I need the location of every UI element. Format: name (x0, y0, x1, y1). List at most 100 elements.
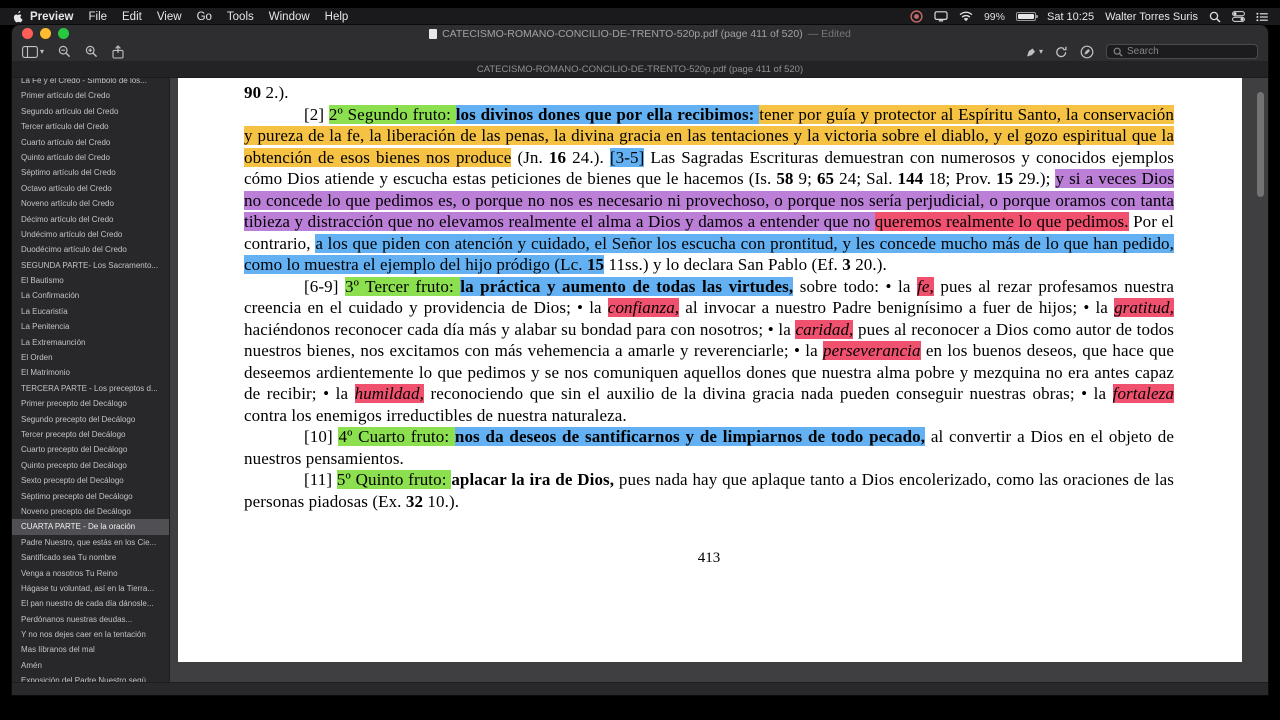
text-run: gratitud, (1114, 298, 1174, 317)
sidebar-item[interactable]: Y no nos dejes caer en la tentación (12, 627, 169, 642)
vertical-scrollbar-thumb[interactable] (1257, 92, 1264, 197)
sidebar-list: La Fe y el Credo - Símbolo de los... Prim… (12, 78, 169, 682)
markup-button[interactable] (1080, 45, 1094, 59)
sidebar-item[interactable]: Padre Nuestro, que estás en los Cie... (12, 535, 169, 550)
zoom-out-button[interactable] (58, 45, 71, 58)
toolbar-search[interactable] (1106, 44, 1258, 59)
sidebar-item[interactable]: La Confirmación (12, 288, 169, 303)
menu-item-file[interactable]: File (88, 11, 107, 23)
sidebar-item[interactable]: Noveno artículo del Credo (12, 196, 169, 211)
sidebar-item[interactable]: Perdónanos nuestras deudas... (12, 612, 169, 627)
spotlight-search-icon[interactable] (1209, 11, 1221, 23)
text-run: (Jn. (511, 147, 549, 167)
text-run: [6-9] (304, 276, 345, 296)
sidebar-item[interactable]: Noveno precepto del Decálogo (12, 504, 169, 519)
sidebar-item[interactable]: Tercer artículo del Credo (12, 119, 169, 134)
sidebar-item[interactable]: Hágase tu voluntad, así en la Tierra... (12, 581, 169, 596)
sidebar-item[interactable]: El Bautismo (12, 273, 169, 288)
paragraph: 90 2.). (244, 82, 1174, 104)
sidebar-item[interactable]: Segundo artículo del Credo (12, 104, 169, 119)
sidebar-item[interactable]: TERCERA PARTE - Los preceptos d... (12, 381, 169, 396)
sidebar-item[interactable]: La Eucaristía (12, 304, 169, 319)
paragraph: [2] 2º Segundo fruto: los divinos dones … (244, 104, 1175, 276)
sidebar-toggle-button[interactable]: ▾ (22, 45, 44, 58)
text-run: caridad, (795, 319, 854, 339)
sidebar-item[interactable]: Undécimo artículo del Credo (12, 227, 169, 242)
sidebar-item[interactable]: Amén (12, 658, 169, 673)
display-icon[interactable] (934, 11, 948, 22)
sidebar-item[interactable]: Sexto precepto del Decálogo (12, 473, 169, 488)
text-run: los divinos dones que por ella recibimos… (455, 104, 760, 124)
traffic-lights (22, 28, 69, 39)
text-run: 3 (842, 255, 851, 274)
menu-item-edit[interactable]: Edit (122, 11, 142, 23)
battery-percent: 99% (983, 10, 1005, 23)
sidebar-item[interactable]: Duodécimo artículo del Credo (12, 242, 169, 257)
minimize-button[interactable] (40, 28, 51, 39)
sidebar-item[interactable]: El Orden (12, 350, 169, 365)
sidebar-item[interactable]: Segundo precepto del Decálogo (12, 412, 169, 427)
text-run: al invocar a nuestro Padre benignísimo a… (679, 298, 1115, 317)
sidebar-item[interactable]: El pan nuestro de cada día dánosle... (12, 596, 169, 611)
text-run: [2] (304, 104, 329, 124)
text-run: 24; Sal. (834, 169, 898, 188)
text-run: 20.). (850, 255, 887, 274)
apple-menu-icon[interactable] (12, 10, 24, 23)
sidebar-item[interactable]: El Matrimonio (12, 365, 169, 380)
close-button[interactable] (22, 28, 33, 39)
sidebar-item[interactable]: Séptimo precepto del Decálogo (12, 489, 169, 504)
preview-window: CATECISMO-ROMANO-CONCILIO-DE-TRENTO-520p… (12, 25, 1268, 695)
sidebar-item[interactable]: Cuarto artículo del Credo (12, 135, 169, 150)
sidebar-item[interactable]: Santificado sea Tu nombre (12, 550, 169, 565)
screen: Preview File Edit View Go Tools Window Help 99%… (0, 0, 1280, 720)
sidebar-item[interactable]: SEGUNDA PARTE- Los Sacramento... (12, 258, 169, 273)
sidebar-item[interactable]: La Fe y el Credo - Símbolo de los... (12, 78, 169, 88)
text-run: aplacar la ira de Dios, (451, 470, 615, 489)
text-run: reconociendo que sin el auxilio de la di… (423, 384, 1113, 403)
text-run: [11] (304, 470, 337, 489)
screen-record-icon[interactable] (910, 10, 923, 23)
menu-item-tools[interactable]: Tools (227, 11, 254, 23)
document-tab-title[interactable]: CATECISMO-ROMANO-CONCILIO-DE-TRENTO-520p… (477, 64, 803, 75)
notification-list-icon[interactable] (1256, 12, 1268, 22)
menu-item-preview[interactable]: Preview (30, 11, 73, 23)
text-run: humildad, (354, 384, 424, 403)
sidebar-item[interactable]: Octavo artículo del Credo (12, 181, 169, 196)
sidebar-item[interactable]: CUARTA PARTE - De la oración (12, 519, 169, 535)
sidebar-item[interactable]: Exposición del Padre Nuestro segú... (12, 673, 169, 682)
sidebar-item[interactable]: Quinto artículo del Credo (12, 150, 169, 165)
fullscreen-button[interactable] (58, 28, 69, 39)
control-center-icon[interactable] (1232, 11, 1245, 22)
share-button[interactable] (112, 44, 124, 59)
sidebar-item[interactable]: Séptimo artículo del Credo (12, 165, 169, 180)
text-run: 18; Prov. (923, 169, 997, 188)
sidebar-item[interactable]: Primer artículo del Credo (12, 88, 169, 103)
sidebar-item[interactable]: Venga a nosotros Tu Reino (12, 566, 169, 581)
menu-item-go[interactable]: Go (197, 11, 212, 23)
sidebar-item[interactable]: Quinto precepto del Decálogo (12, 458, 169, 473)
search-input[interactable] (1127, 46, 1251, 57)
menu-item-window[interactable]: Window (269, 11, 310, 23)
sidebar-item[interactable]: Décimo artículo del Credo (12, 212, 169, 227)
window-titlebar: CATECISMO-ROMANO-CONCILIO-DE-TRENTO-520p… (12, 25, 1268, 42)
wifi-icon[interactable] (959, 11, 973, 22)
sidebar-item[interactable]: La Extremaunción (12, 335, 169, 350)
sidebar-item[interactable]: Cuarto precepto del Decálogo (12, 442, 169, 457)
zoom-in-button[interactable] (85, 45, 98, 58)
text-run: nos da deseos de santificarnos y de limp… (454, 427, 926, 446)
search-icon (1113, 47, 1123, 57)
highlight-button[interactable]: ▾ (1025, 46, 1043, 58)
menubar-clock[interactable]: Sat 10:25 (1047, 11, 1094, 23)
text-run: 10.). (423, 491, 460, 511)
sidebar-item[interactable]: Mas líbranos del mal (12, 642, 169, 657)
menu-item-help[interactable]: Help (325, 11, 349, 23)
menu-item-view[interactable]: View (157, 11, 182, 23)
rotate-button[interactable] (1055, 46, 1068, 58)
menubar-items: Preview File Edit View Go Tools Window Help (30, 11, 348, 23)
sidebar-item[interactable]: La Penitencia (12, 319, 169, 334)
sidebar-item[interactable]: Primer precepto del Decálogo (12, 396, 169, 411)
pdf-page[interactable]: 90 2.). [2] 2º Segundo fruto: los divinos… (178, 78, 1242, 662)
sidebar-item[interactable]: Tercer precepto del Decálogo (12, 427, 169, 442)
menubar-user[interactable]: Walter Torres Suris (1105, 11, 1198, 23)
text-run: haciéndonos reconocer cada día más y ala… (244, 319, 796, 339)
